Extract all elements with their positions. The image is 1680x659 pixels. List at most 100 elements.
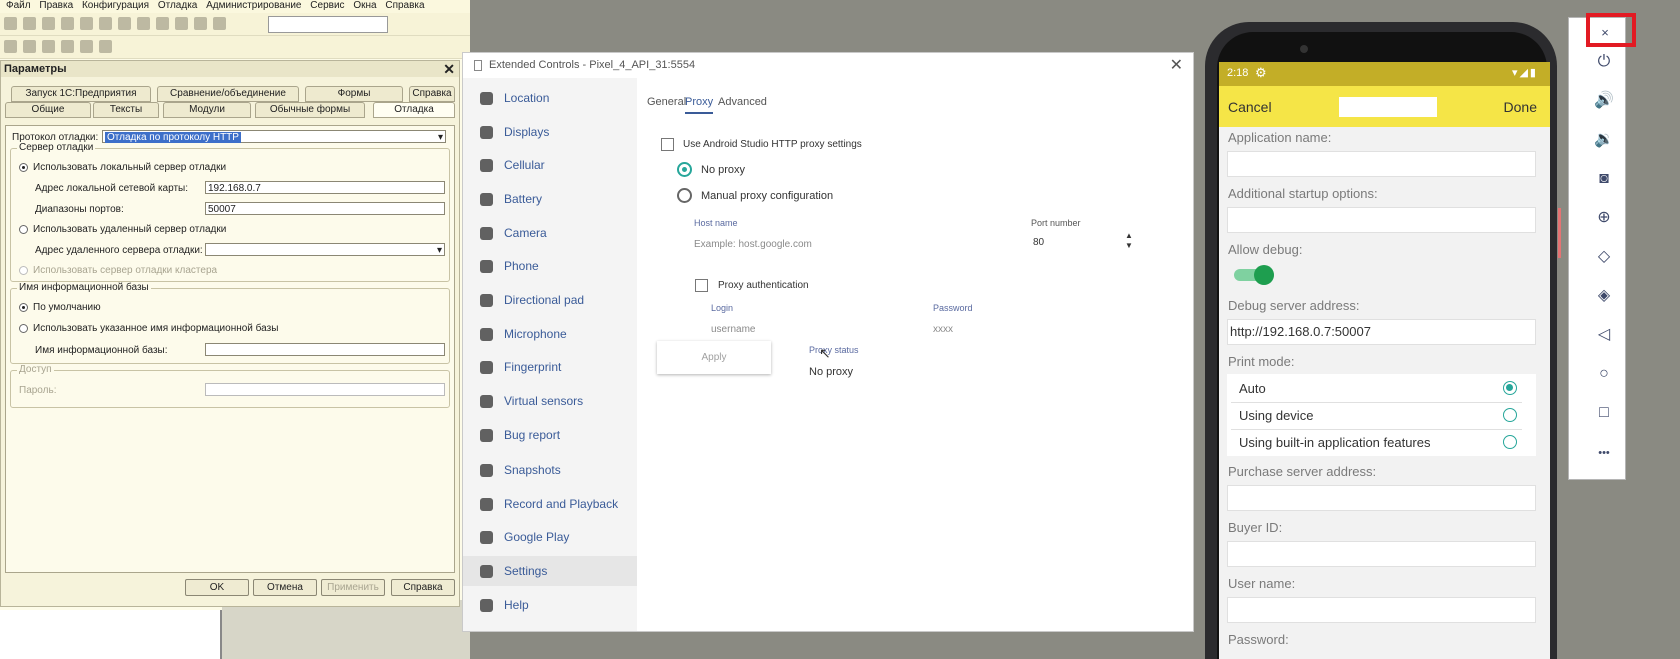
copy-icon[interactable]	[80, 17, 93, 30]
overview-icon[interactable]: □	[1594, 405, 1614, 421]
proxy-auth-checkbox[interactable]	[695, 279, 708, 292]
ext-close-icon[interactable]: ✕	[1170, 55, 1183, 75]
no-proxy-radio[interactable]	[677, 162, 692, 177]
nav-dpad[interactable]: Directional pad	[463, 285, 637, 315]
ib-specified-radio[interactable]	[19, 324, 28, 333]
volume-up-icon[interactable]: 🔊	[1594, 93, 1614, 109]
tab-proxy[interactable]: Proxy	[685, 96, 714, 114]
menu-config[interactable]: Конфигурация	[82, 0, 149, 11]
new-icon[interactable]	[4, 17, 17, 30]
nav-snapshots[interactable]: Snapshots	[463, 455, 637, 485]
onec-search-input[interactable]	[268, 16, 388, 33]
print-mode-builtin[interactable]: Using built-in application features	[1231, 430, 1522, 456]
tab-advanced[interactable]: Advanced	[718, 96, 767, 108]
tab-general[interactable]: Общие	[5, 102, 91, 118]
tab-modules[interactable]: Модули	[163, 102, 251, 118]
nav-help[interactable]: Help	[463, 590, 637, 620]
menu-help[interactable]: Справка	[385, 0, 424, 11]
nav-camera[interactable]: Camera	[463, 218, 637, 248]
remote-addr-select[interactable]: ▾	[205, 243, 445, 256]
db-icon[interactable]	[23, 40, 36, 53]
password-input[interactable]: xxxx	[933, 324, 953, 335]
menu-debug[interactable]: Отладка	[158, 0, 198, 11]
local-nic-input[interactable]: 192.168.0.7	[205, 181, 445, 194]
port-number-input[interactable]: 80	[1033, 237, 1044, 248]
cut-icon[interactable]	[61, 17, 74, 30]
run-icon[interactable]	[80, 40, 93, 53]
debug-protocol-select[interactable]: Отладка по протоколу HTTP ▾	[102, 130, 446, 143]
nav-virtual-sensors[interactable]: Virtual sensors	[463, 386, 637, 416]
app-name-input[interactable]	[1227, 151, 1536, 177]
ib-default-radio[interactable]	[19, 303, 28, 312]
preview-icon[interactable]	[137, 17, 150, 30]
nav-displays[interactable]: Displays	[463, 117, 637, 147]
ok-button[interactable]: OK	[185, 579, 249, 596]
print-mode-device[interactable]: Using device	[1231, 403, 1522, 430]
camera-icon[interactable]: ◙	[1594, 171, 1614, 187]
config-icon[interactable]	[4, 40, 17, 53]
buyer-id-input[interactable]	[1227, 541, 1536, 567]
nav-microphone[interactable]: Microphone	[463, 319, 637, 349]
nav-bug-report[interactable]: Bug report	[463, 420, 637, 450]
open-icon[interactable]	[23, 17, 36, 30]
debug-server-input[interactable]: http://192.168.0.7:50007	[1227, 319, 1536, 345]
tab-general[interactable]: General	[647, 96, 686, 108]
find-icon[interactable]	[194, 17, 207, 30]
tab-help[interactable]: Справка	[409, 86, 455, 102]
port-range-input[interactable]: 50007	[205, 202, 445, 215]
volume-down-icon[interactable]: 🔉	[1594, 132, 1614, 148]
ib-name-input[interactable]	[205, 343, 445, 356]
redo-icon[interactable]	[175, 17, 188, 30]
table-icon[interactable]	[42, 40, 55, 53]
login-input[interactable]: username	[711, 324, 755, 335]
startup-options-input[interactable]	[1227, 207, 1536, 233]
nav-record-playback[interactable]: Record and Playback	[463, 489, 637, 519]
more-icon[interactable]: •••	[1594, 446, 1614, 460]
nav-fingerprint[interactable]: Fingerprint	[463, 352, 637, 382]
menu-edit[interactable]: Правка	[39, 0, 73, 11]
cancel-button[interactable]: Cancel	[1228, 99, 1272, 115]
tab-forms[interactable]: Формы	[305, 86, 403, 102]
tab-debug[interactable]: Отладка	[373, 102, 455, 118]
undo-icon[interactable]	[156, 17, 169, 30]
save-icon[interactable]	[42, 17, 55, 30]
apply-button[interactable]: Apply	[657, 341, 771, 374]
menu-windows[interactable]: Окна	[353, 0, 376, 11]
done-button[interactable]: Done	[1504, 99, 1537, 115]
user-name-input[interactable]	[1227, 597, 1536, 623]
use-local-server-radio[interactable]	[19, 163, 28, 172]
purchase-server-input[interactable]	[1227, 485, 1536, 511]
manual-proxy-radio[interactable]	[677, 188, 692, 203]
nav-settings[interactable]: Settings	[463, 556, 637, 586]
back-icon[interactable]: ◁	[1594, 327, 1614, 343]
search-icon[interactable]	[213, 17, 226, 30]
debug-icon[interactable]	[99, 40, 112, 53]
rotate-right-icon[interactable]: ◈	[1594, 288, 1614, 304]
nav-cellular[interactable]: Cellular	[463, 150, 637, 180]
home-icon[interactable]: ○	[1594, 366, 1614, 382]
menu-service[interactable]: Сервис	[310, 0, 344, 11]
allow-debug-toggle[interactable]	[1234, 265, 1274, 285]
grid-icon[interactable]	[61, 40, 74, 53]
cancel-button[interactable]: Отмена	[253, 579, 317, 596]
paste-icon[interactable]	[99, 17, 112, 30]
nav-google-play[interactable]: Google Play	[463, 522, 637, 552]
port-stepper-icon[interactable]: ▲ ▼	[1125, 231, 1133, 251]
tab-launch[interactable]: Запуск 1С:Предприятия	[11, 86, 151, 102]
use-remote-server-radio[interactable]	[19, 225, 28, 234]
menu-file[interactable]: Файл	[6, 0, 31, 11]
help-button[interactable]: Справка	[391, 579, 455, 596]
tab-ordinary-forms[interactable]: Обычные формы	[255, 102, 365, 118]
zoom-icon[interactable]: ⊕	[1594, 210, 1614, 226]
rotate-left-icon[interactable]: ◇	[1594, 249, 1614, 265]
tab-texts[interactable]: Тексты	[93, 102, 159, 118]
nav-battery[interactable]: Battery	[463, 184, 637, 214]
print-mode-auto[interactable]: Auto	[1231, 376, 1522, 403]
tab-compare[interactable]: Сравнение/объединение	[157, 86, 299, 102]
host-name-input[interactable]: Example: host.google.com	[694, 239, 812, 250]
menu-admin[interactable]: Администрирование	[206, 0, 301, 11]
params-close-icon[interactable]: ✕	[443, 61, 455, 78]
use-studio-proxy-checkbox[interactable]	[661, 138, 674, 151]
nav-location[interactable]: Location	[463, 83, 637, 113]
print-icon[interactable]	[118, 17, 131, 30]
